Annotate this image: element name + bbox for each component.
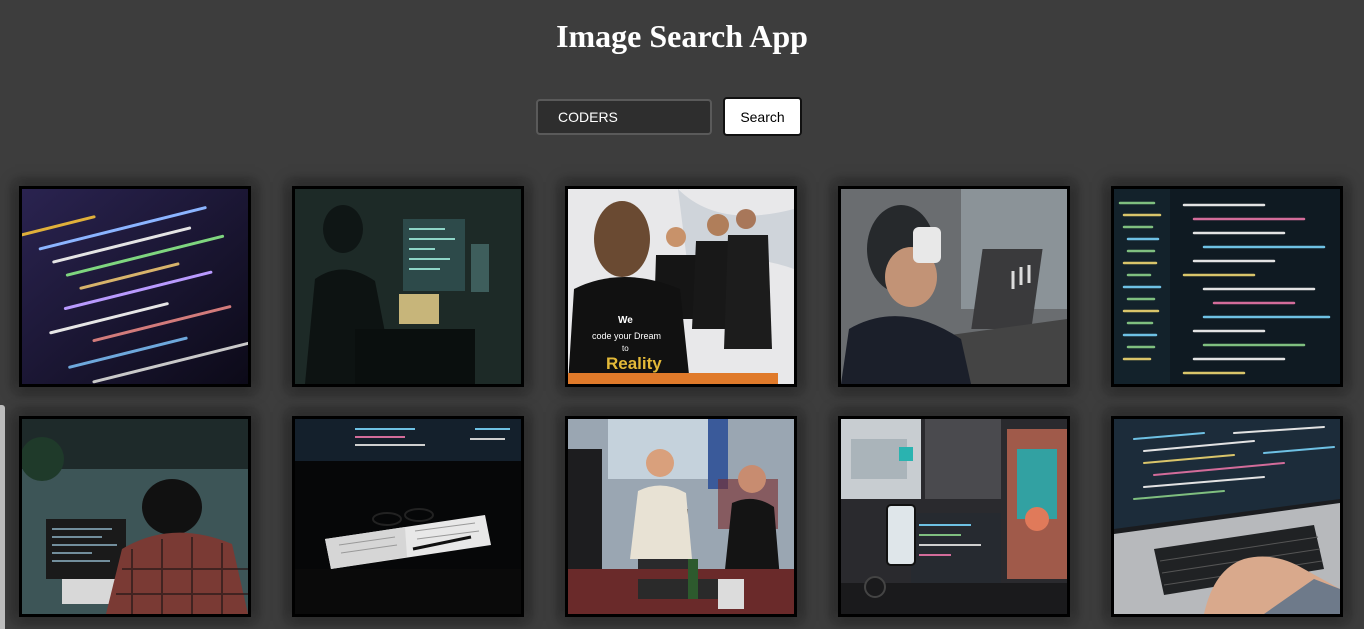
coder-dark-room-image — [295, 189, 521, 384]
team-office-image: We code your Dream to Reality — [568, 189, 794, 384]
code-closeup-image — [22, 189, 248, 384]
result-coder-dark-room-monitors[interactable] — [292, 186, 524, 387]
scrollbar-handle[interactable] — [0, 405, 5, 629]
page-title: Image Search App — [556, 18, 808, 54]
result-hands-typing-laptop[interactable] — [1111, 416, 1343, 617]
hands-typing-image — [1114, 419, 1340, 614]
result-team-we-code-your-dream[interactable]: We code your Dream to Reality — [565, 186, 797, 387]
phone-workspace-image — [841, 419, 1067, 614]
shirt-text-4: Reality — [606, 354, 662, 373]
image-search-page: Image Search App Search — [0, 0, 1364, 629]
result-two-men-office-computers[interactable] — [565, 416, 797, 617]
results-grid: We code your Dream to Reality — [19, 186, 1343, 617]
two-men-office-image — [568, 419, 794, 614]
coder-plaid-shirt-image — [22, 419, 248, 614]
shirt-text-1: We — [618, 315, 633, 326]
result-phone-monitors-workspace[interactable] — [838, 416, 1070, 617]
search-input[interactable] — [536, 98, 712, 135]
code-editor-image — [1114, 189, 1340, 384]
search-button[interactable]: Search — [723, 97, 802, 136]
search-bar: Search — [536, 97, 802, 136]
result-code-editor-screen[interactable] — [1111, 186, 1343, 387]
shirt-text-2: code your Dream — [592, 331, 661, 341]
result-code-screen-closeup[interactable] — [19, 186, 251, 387]
result-notebook-glasses-desk[interactable] — [292, 416, 524, 617]
result-man-drinking-at-laptop[interactable] — [838, 186, 1070, 387]
shirt-text-3: to — [622, 344, 629, 353]
man-at-laptop-image — [841, 189, 1067, 384]
notebook-glasses-image — [295, 419, 521, 614]
result-coder-plaid-shirt[interactable] — [19, 416, 251, 617]
